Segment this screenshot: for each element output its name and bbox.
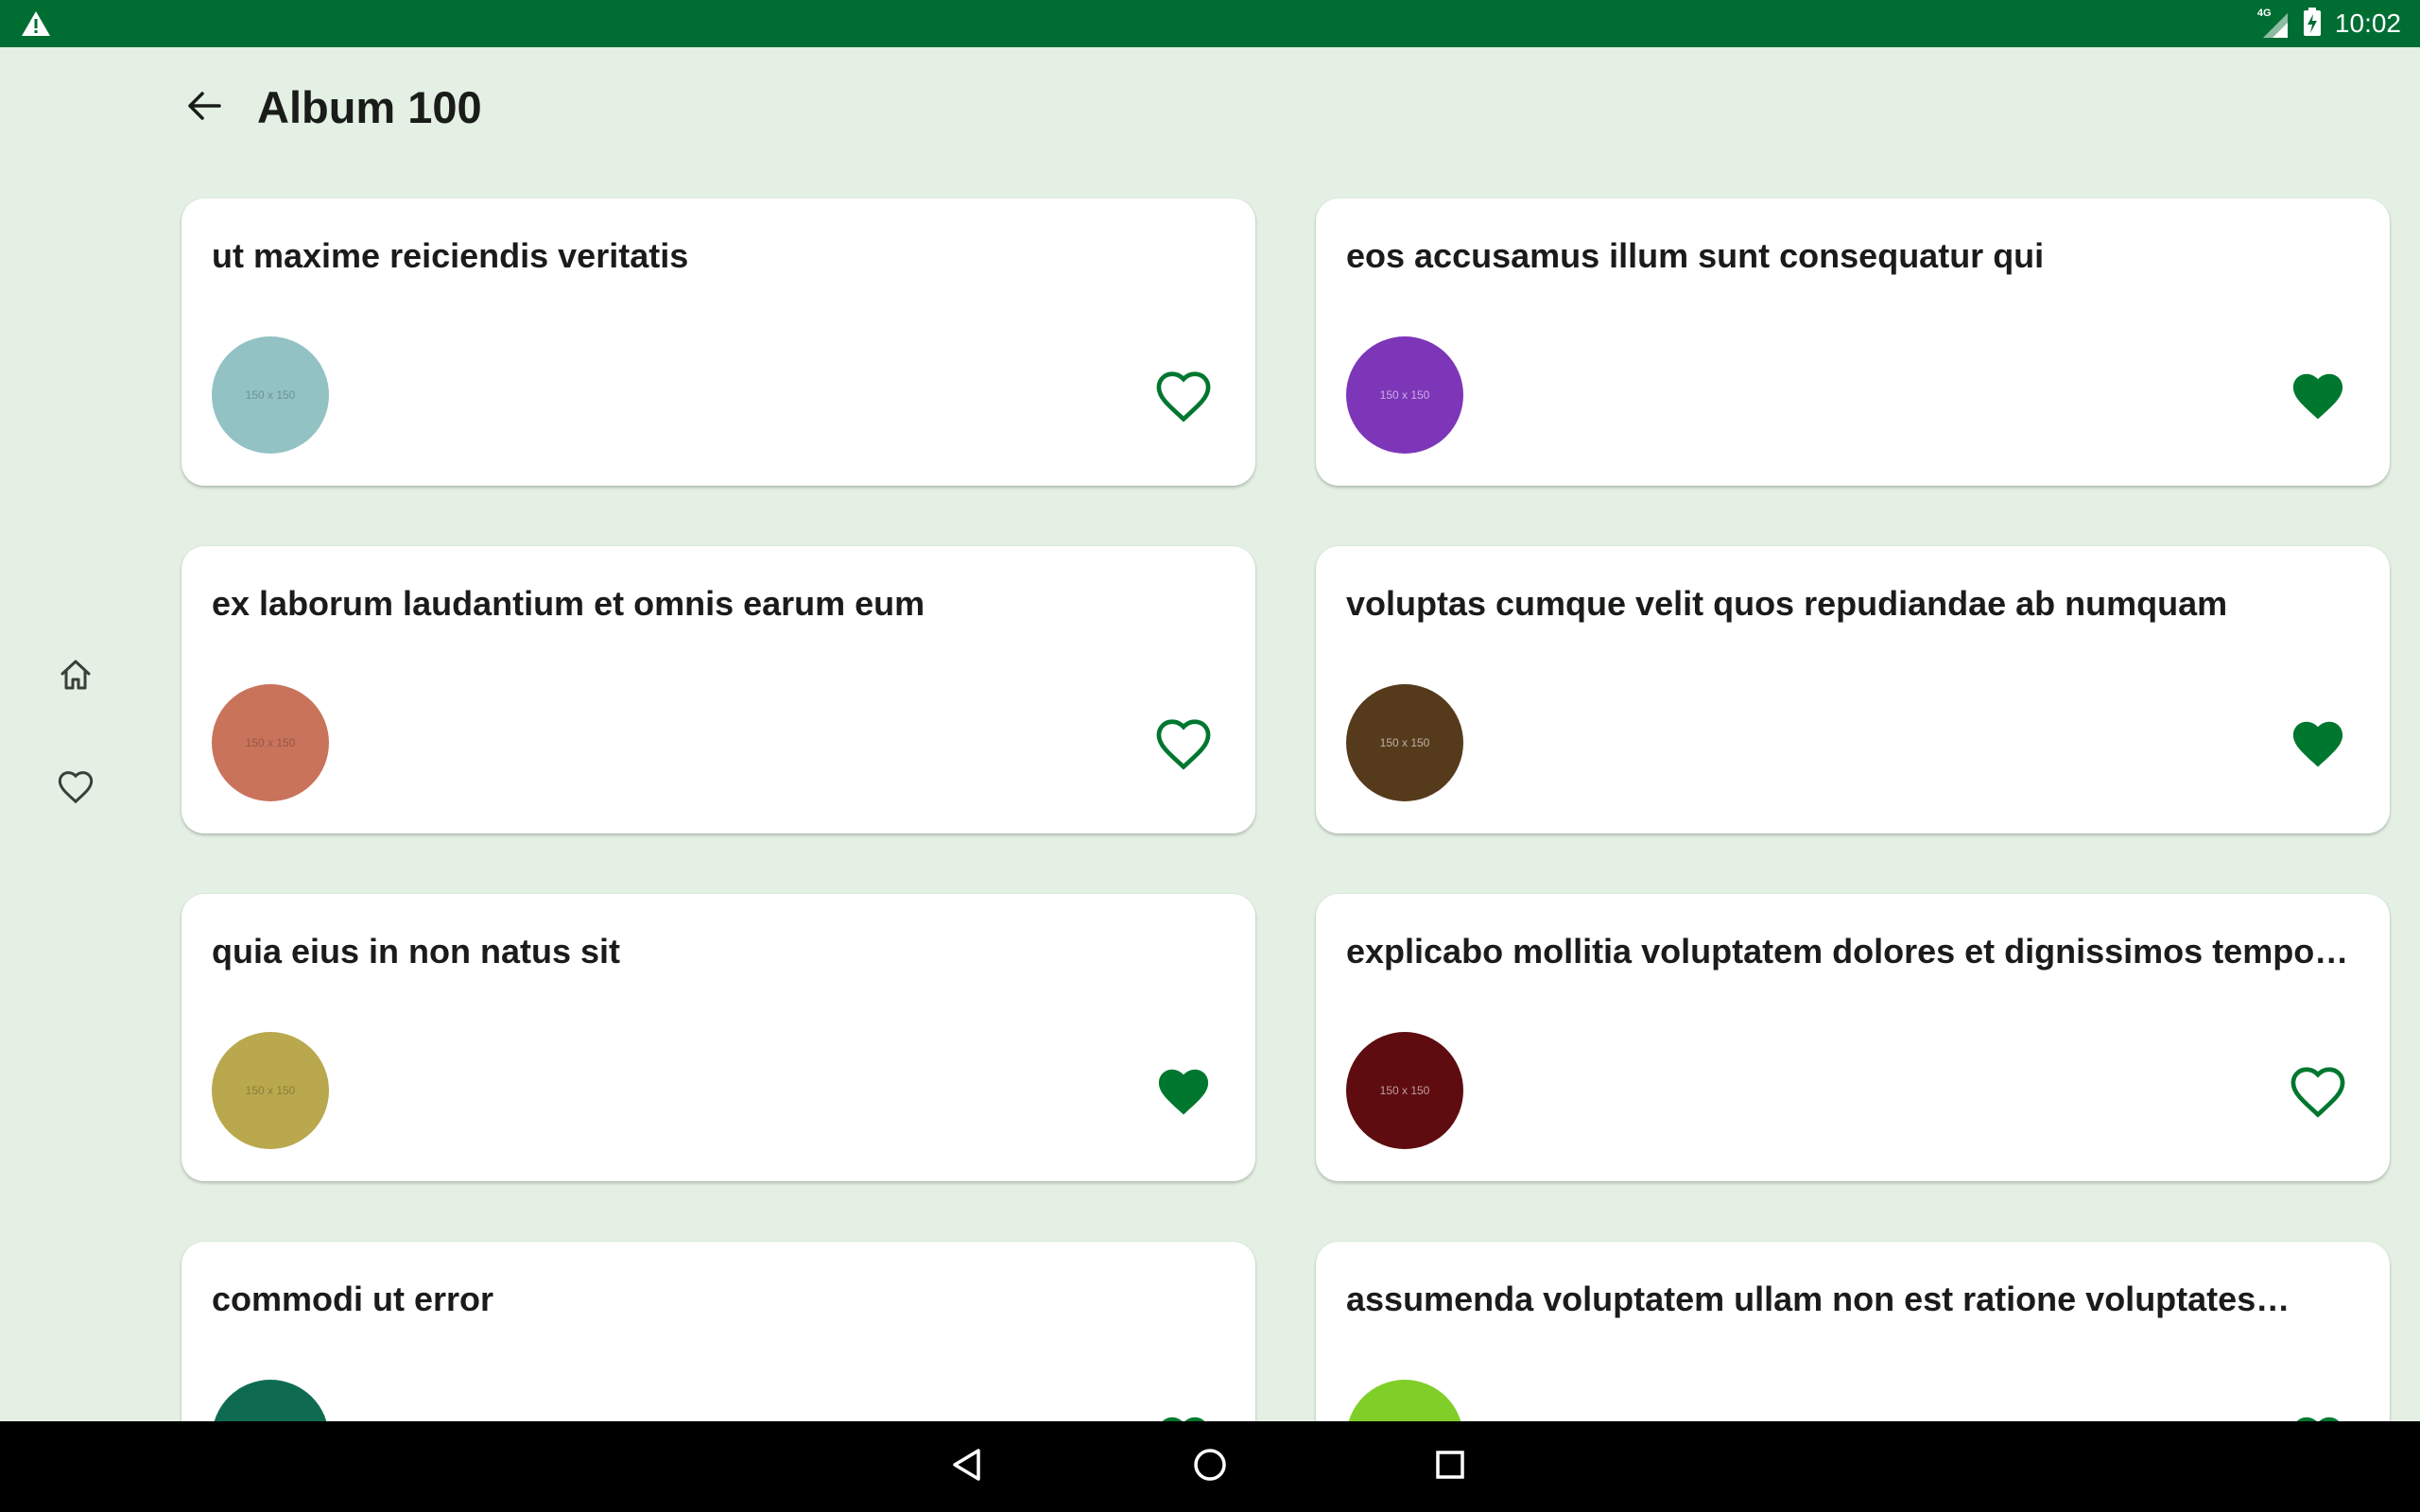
photo-card[interactable]: quia eius in non natus sit 150 x 150 bbox=[182, 894, 1255, 1181]
thumbnail-size-label: 150 x 150 bbox=[1379, 736, 1430, 749]
photo-grid: ut maxime reiciendis veritatis 150 x 150 e… bbox=[182, 198, 2390, 1512]
home-icon bbox=[57, 656, 95, 698]
photo-title: commodi ut error bbox=[212, 1280, 494, 1318]
back-button[interactable] bbox=[180, 83, 229, 132]
network-type-label: 4G bbox=[2256, 8, 2272, 19]
system-home-button[interactable] bbox=[1182, 1438, 1238, 1495]
thumbnail-size-label: 150 x 150 bbox=[1379, 1084, 1430, 1097]
system-back-button[interactable] bbox=[940, 1438, 996, 1495]
heart-outline-icon bbox=[2290, 1067, 2345, 1118]
photo-thumbnail[interactable]: 150 x 150 bbox=[1346, 1032, 1463, 1149]
heart-outline-icon bbox=[57, 769, 95, 812]
heart-outline-icon bbox=[1156, 719, 1211, 770]
photo-title: ut maxime reiciendis veritatis bbox=[212, 236, 689, 275]
favorite-button[interactable] bbox=[2288, 369, 2348, 425]
favorite-button[interactable] bbox=[1153, 1064, 1214, 1121]
thumbnail-size-label: 150 x 150 bbox=[245, 1084, 296, 1097]
favorite-button[interactable] bbox=[1153, 716, 1214, 773]
thumbnail-size-label: 150 x 150 bbox=[245, 736, 296, 749]
photo-card[interactable]: voluptas cumque velit quos repudiandae a… bbox=[1316, 546, 2390, 833]
nav-rail-home[interactable] bbox=[49, 650, 102, 703]
thumbnail-size-label: 150 x 150 bbox=[245, 388, 296, 402]
nav-rail-favorites[interactable] bbox=[49, 764, 102, 816]
arrow-back-icon bbox=[185, 87, 223, 129]
heart-filled-icon bbox=[1158, 1069, 1209, 1115]
photo-title: ex laborum laudantium et omnis earum eum bbox=[212, 584, 925, 623]
battery-charging-icon bbox=[2303, 7, 2322, 41]
status-icons: 4G 10:02 bbox=[2257, 0, 2401, 47]
photo-title: eos accusamus illum sunt consequatur qui bbox=[1346, 236, 2045, 275]
system-recents-button[interactable] bbox=[1422, 1438, 1478, 1495]
status-time: 10:02 bbox=[2334, 9, 2401, 38]
system-nav-bar bbox=[0, 1421, 2420, 1512]
photo-thumbnail[interactable]: 150 x 150 bbox=[212, 684, 329, 801]
signal-icon: 4G bbox=[2257, 8, 2290, 40]
photo-card[interactable]: eos accusamus illum sunt consequatur qui… bbox=[1316, 198, 2390, 486]
favorite-button[interactable] bbox=[2288, 1064, 2348, 1121]
heart-filled-icon bbox=[2292, 721, 2343, 767]
photo-thumbnail[interactable]: 150 x 150 bbox=[212, 336, 329, 454]
photo-card[interactable]: explicabo mollitia voluptatem dolores et… bbox=[1316, 894, 2390, 1181]
favorite-button[interactable] bbox=[1153, 369, 1214, 425]
photo-title: voluptas cumque velit quos repudiandae a… bbox=[1346, 584, 2228, 623]
photo-title: quia eius in non natus sit bbox=[212, 932, 621, 971]
photo-title: assumenda voluptatem ullam non est ratio… bbox=[1346, 1280, 2290, 1318]
photo-card[interactable]: ut maxime reiciendis veritatis 150 x 150 bbox=[182, 198, 1255, 486]
photo-title: explicabo mollitia voluptatem dolores et… bbox=[1346, 932, 2360, 971]
thumbnail-size-label: 150 x 150 bbox=[1379, 388, 1430, 402]
status-bar: 4G 10:02 bbox=[0, 0, 2420, 47]
home-circle-icon bbox=[1191, 1446, 1229, 1488]
favorite-button[interactable] bbox=[2288, 716, 2348, 773]
photo-thumbnail[interactable]: 150 x 150 bbox=[1346, 684, 1463, 801]
recents-square-icon bbox=[1431, 1446, 1469, 1488]
photo-thumbnail[interactable]: 150 x 150 bbox=[1346, 336, 1463, 454]
photo-thumbnail[interactable]: 150 x 150 bbox=[212, 1032, 329, 1149]
photo-card[interactable]: ex laborum laudantium et omnis earum eum… bbox=[182, 546, 1255, 833]
heart-outline-icon bbox=[1156, 371, 1211, 422]
screen: 4G 10:02 Album 100 ut maxime reiciendis … bbox=[0, 0, 2420, 1512]
page-title: Album 100 bbox=[257, 82, 482, 132]
warning-icon bbox=[21, 9, 51, 38]
heart-filled-icon bbox=[2292, 373, 2343, 420]
back-triangle-icon bbox=[949, 1446, 987, 1488]
